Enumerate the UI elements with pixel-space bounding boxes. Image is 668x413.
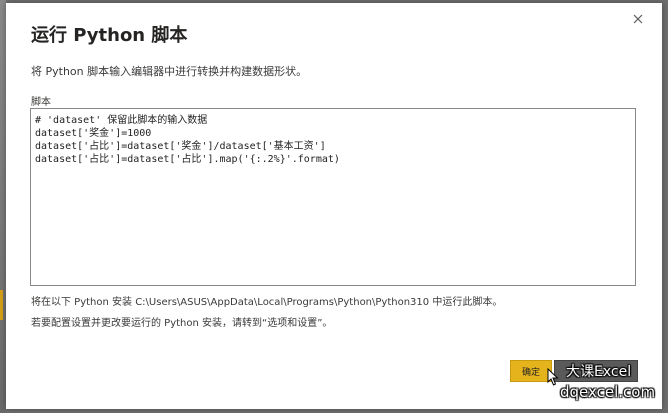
cancel-button[interactable]: 取消	[554, 360, 638, 382]
script-label: 脚本	[31, 97, 51, 108]
close-icon	[633, 14, 643, 24]
mouse-pointer-icon	[547, 368, 559, 386]
run-python-script-dialog: 运行 Python 脚本 将 Python 脚本输入编辑器中进行转换并构建数据形…	[6, 3, 662, 409]
settings-note: 若要配置设置并更改要运行的 Python 安装，请转到“选项和设置”。	[31, 318, 333, 329]
watermark-line2: dqexcel.com	[560, 383, 656, 401]
dialog-title: 运行 Python 脚本	[31, 25, 188, 46]
python-install-note: 将在以下 Python 安装 C:\Users\ASUS\AppData\Loc…	[31, 297, 503, 308]
script-editor[interactable]: # 'dataset' 保留此脚本的输入数据 dataset['奖金']=100…	[30, 108, 636, 286]
script-line[interactable]: dataset['奖金']=1000	[35, 127, 631, 140]
background-accent	[0, 290, 3, 320]
script-line[interactable]: dataset['占比']=dataset['占比'].map('{:.2%}'…	[35, 153, 631, 166]
script-line[interactable]: # 'dataset' 保留此脚本的输入数据	[35, 114, 631, 127]
close-button[interactable]	[628, 9, 648, 29]
ok-button[interactable]: 确定	[510, 360, 552, 382]
dialog-description: 将 Python 脚本输入编辑器中进行转换并构建数据形状。	[31, 65, 308, 78]
script-line[interactable]: dataset['占比']=dataset['奖金']/dataset['基本工…	[35, 140, 631, 153]
